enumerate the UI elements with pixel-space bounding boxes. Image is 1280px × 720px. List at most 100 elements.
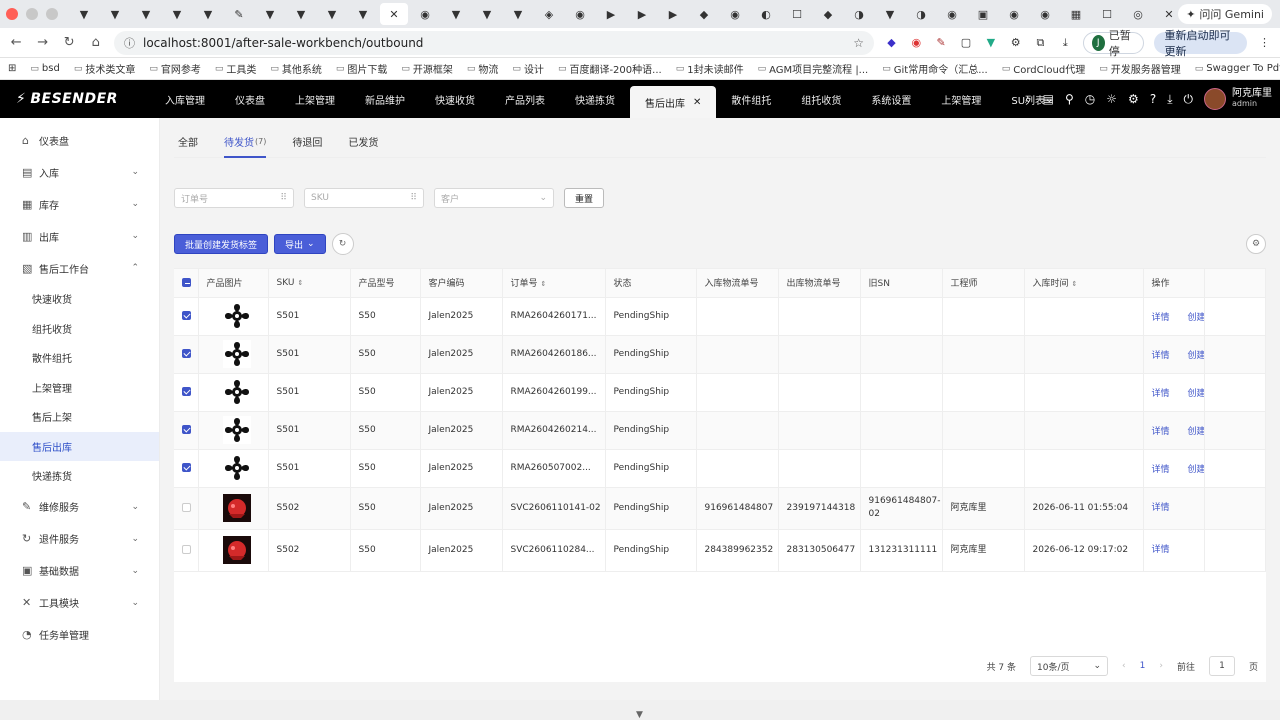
tab-0[interactable]: 全部 — [178, 126, 198, 158]
user-menu[interactable]: 阿克库里 admin — [1204, 88, 1272, 110]
url-field[interactable]: ⓘ localhost:8001/after-sale-workbench/ou… — [114, 30, 874, 55]
top-menu-item[interactable]: 上架管理 — [280, 80, 350, 118]
bookmark-item[interactable]: ▭ Swagger To Pdf — [1195, 63, 1280, 74]
power-icon[interactable]: ⏻ — [1184, 92, 1194, 107]
bookmark-item[interactable]: ▭ 其他系统 — [270, 61, 322, 77]
extension-vue-icon[interactable]: ▼ — [983, 36, 998, 49]
create-shipping-label-link[interactable]: 创建发货标签 — [1188, 427, 1204, 437]
browser-tab[interactable]: ◆ — [690, 3, 718, 25]
browser-tab[interactable]: ☐ — [783, 3, 811, 25]
product-thumbnail[interactable] — [223, 416, 251, 444]
search-icon[interactable]: ⌕ — [1025, 92, 1032, 107]
reset-button[interactable]: 重置 — [564, 188, 605, 208]
browser-tab[interactable]: ◐ — [752, 3, 780, 25]
extensions-puzzle-icon[interactable]: ⧉ — [1033, 36, 1048, 50]
back-icon[interactable]: ← — [8, 35, 25, 50]
sidebar-item[interactable]: ⌂ 仪表盘 — [0, 124, 159, 156]
browser-tab[interactable]: ◉ — [721, 3, 749, 25]
browser-tab[interactable]: ◉ — [938, 3, 966, 25]
extension-screen-icon[interactable]: ▢ — [959, 36, 974, 49]
top-menu-item[interactable]: 上架管理 — [926, 80, 996, 118]
chevron-down-icon[interactable]: ▼ — [636, 710, 643, 720]
sidebar-item[interactable]: ✎ 维修服务 ⌄ — [0, 491, 159, 523]
extension-diamond-icon[interactable]: ◆ — [884, 36, 899, 49]
browser-tab[interactable]: ◑ — [845, 3, 873, 25]
row-checkbox[interactable] — [182, 425, 191, 434]
product-thumbnail[interactable] — [223, 302, 251, 330]
browser-menu-icon[interactable]: ⋮ — [1257, 36, 1272, 49]
top-menu-item[interactable]: 快递拣货 — [560, 80, 630, 118]
top-menu-item[interactable]: 新品维护 — [350, 80, 420, 118]
details-link[interactable]: 详情 — [1152, 427, 1170, 437]
sidebar-subitem[interactable]: 组托收货 — [0, 314, 159, 344]
sku-input[interactable]: SKU ⠿ — [304, 188, 424, 208]
sort-icon[interactable]: ⇕ — [541, 280, 547, 288]
top-menu-item[interactable]: 组托收货 — [786, 80, 856, 118]
goto-page-input[interactable]: 1 — [1208, 656, 1235, 676]
batch-create-label-button[interactable]: 批量创建发货标签 — [174, 234, 269, 254]
bookmark-item[interactable]: ▭ 物流 — [467, 61, 499, 77]
bookmark-item[interactable]: ▭ CordCloud代理 — [1002, 61, 1085, 77]
help-icon[interactable]: ? — [1150, 92, 1156, 106]
browser-tab[interactable]: ▼ — [132, 3, 160, 25]
browser-tab[interactable]: ▼ — [318, 3, 346, 25]
close-window-button[interactable] — [6, 8, 18, 20]
product-thumbnail[interactable] — [223, 378, 251, 406]
forward-icon[interactable]: → — [35, 35, 52, 50]
minimize-window-button[interactable] — [26, 8, 38, 20]
current-page[interactable]: 1 — [1140, 661, 1146, 671]
product-thumbnail[interactable] — [223, 454, 251, 482]
browser-tab[interactable]: ▣ — [969, 3, 997, 25]
column-settings-button[interactable]: ⚙ — [1246, 234, 1266, 254]
row-checkbox[interactable] — [182, 387, 191, 396]
sidebar-item[interactable]: ▥ 出库 ⌄ — [0, 220, 159, 252]
details-link[interactable]: 详情 — [1152, 389, 1170, 399]
sidebar-subitem[interactable]: 上架管理 — [0, 373, 159, 403]
browser-tab[interactable]: ▼ — [473, 3, 501, 25]
top-menu-item[interactable]: 售后出库 ✕ — [630, 86, 717, 118]
reload-icon[interactable]: ↻ — [61, 35, 78, 50]
close-tab-icon[interactable]: ✕ — [693, 97, 701, 108]
clock-icon[interactable]: ◷ — [1085, 92, 1095, 106]
extension-edit-icon[interactable]: ✎ — [934, 36, 949, 49]
browser-tab[interactable]: ▼ — [163, 3, 191, 25]
sidebar-item[interactable]: ▦ 库存 ⌄ — [0, 188, 159, 220]
settings-gear-icon[interactable]: ⚙ — [1128, 92, 1139, 106]
page-size-select[interactable]: 10条/页 ⌄ — [1030, 656, 1109, 676]
download-icon[interactable]: ⤓ — [1058, 36, 1073, 50]
browser-tab[interactable]: ▶ — [659, 3, 687, 25]
browser-tab[interactable]: ▼ — [256, 3, 284, 25]
row-checkbox[interactable] — [182, 311, 191, 320]
sidebar-item[interactable]: ✕ 工具模块 ⌄ — [0, 587, 159, 619]
select-all-checkbox[interactable] — [182, 277, 191, 287]
refresh-button[interactable]: ↻ — [331, 233, 354, 255]
sidebar-item[interactable]: ◔ 任务单管理 — [0, 619, 159, 651]
browser-tab[interactable]: ◉ — [566, 3, 594, 25]
app-logo[interactable]: ⚡ BESENDER — [0, 91, 150, 107]
browser-tab[interactable]: ☐ — [1093, 3, 1121, 25]
browser-tab[interactable]: ◆ — [814, 3, 842, 25]
browser-tab[interactable]: ▼ — [101, 3, 129, 25]
export-button[interactable]: 导出 ⌄ — [274, 234, 326, 254]
bookmark-item[interactable]: ▭ bsd — [30, 63, 59, 74]
browser-tab[interactable]: ▼ — [442, 3, 470, 25]
sort-icon[interactable]: ⇕ — [297, 279, 303, 287]
theme-sun-icon[interactable]: ☼ — [1106, 92, 1117, 106]
profile-paused-button[interactable]: J 已暂停 — [1082, 29, 1145, 58]
site-info-icon[interactable]: ⓘ — [124, 35, 135, 51]
bookmark-item[interactable]: ▭ AGM项目完整流程 |... — [758, 61, 869, 77]
sidebar-subitem[interactable]: 快速收货 — [0, 284, 159, 314]
details-link[interactable]: 详情 — [1152, 465, 1170, 475]
browser-tab[interactable]: ▼ — [194, 3, 222, 25]
row-checkbox[interactable] — [182, 349, 191, 358]
create-shipping-label-link[interactable]: 创建发货标签 — [1188, 313, 1204, 323]
sort-icon[interactable]: ⇕ — [1072, 280, 1078, 288]
sidebar-item[interactable]: ▣ 基础数据 ⌄ — [0, 555, 159, 587]
home-icon[interactable]: ⌂ — [88, 35, 105, 50]
row-checkbox[interactable] — [182, 502, 191, 512]
details-link[interactable]: 详情 — [1152, 313, 1170, 323]
browser-tab[interactable]: ▶ — [628, 3, 656, 25]
restart-update-button[interactable]: 重新启动即可更新 — [1154, 29, 1248, 58]
browser-tab[interactable]: ▼ — [287, 3, 315, 25]
tab-2[interactable]: 待退回 — [292, 126, 322, 158]
